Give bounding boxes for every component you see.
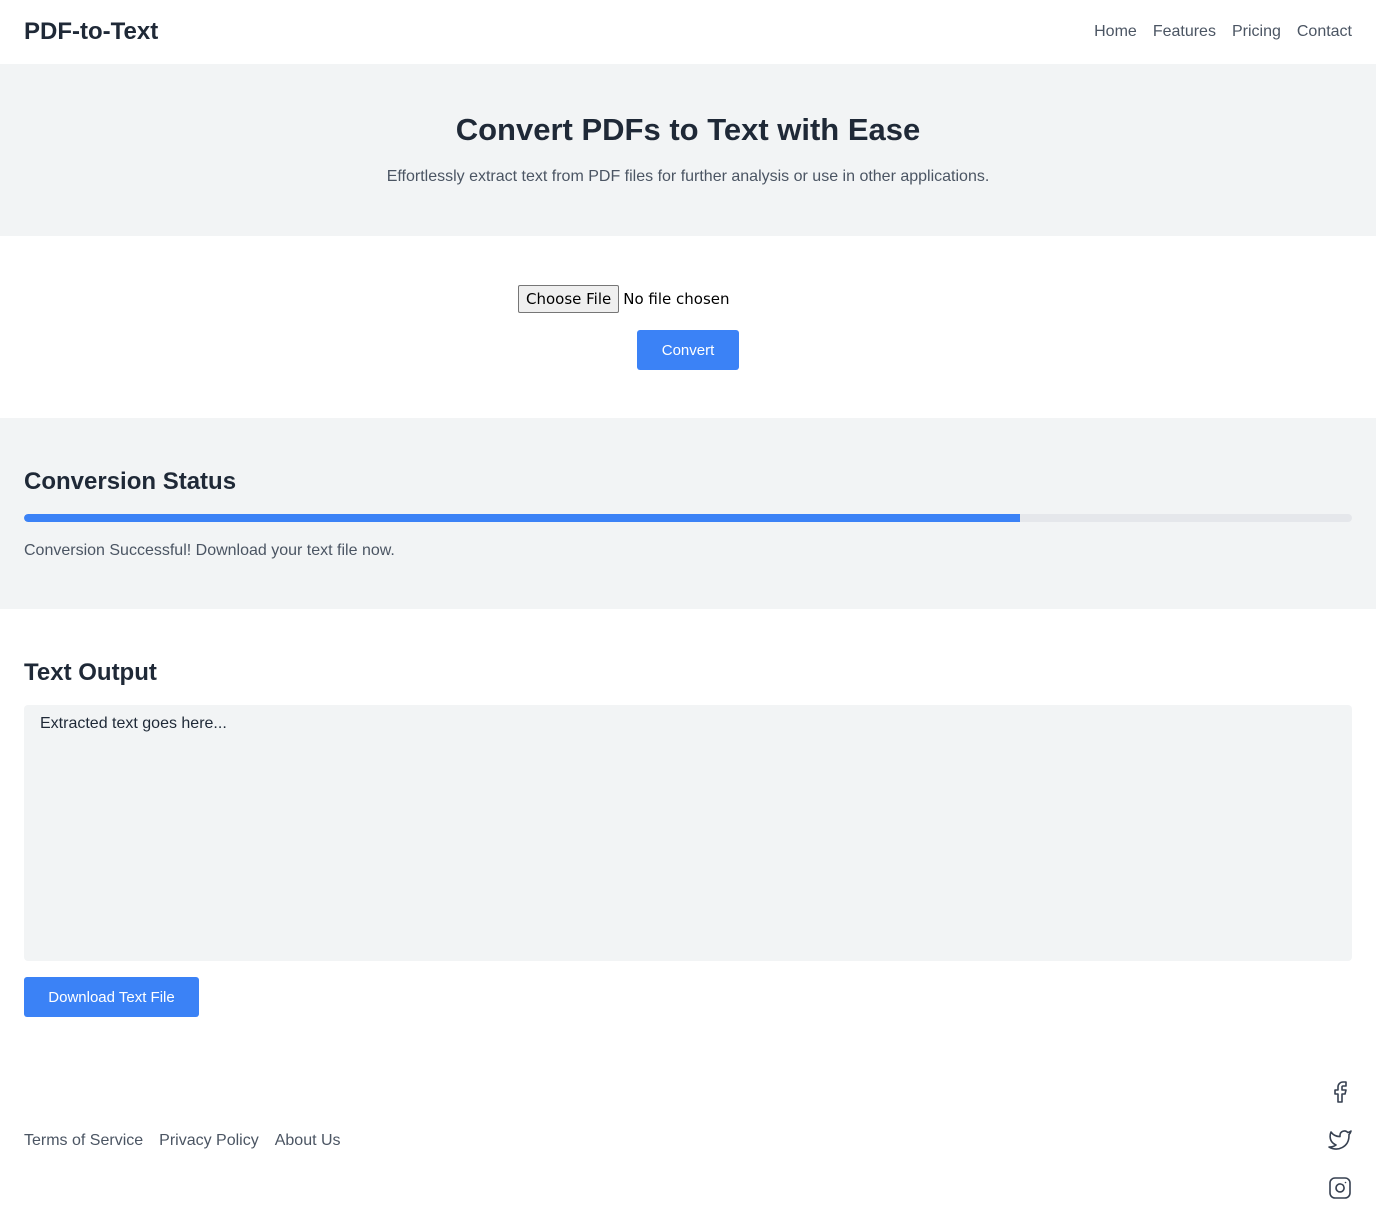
hero-title: Convert PDFs to Text with Ease	[455, 112, 921, 147]
social-links	[1328, 1080, 1352, 1200]
convert-button[interactable]: Convert	[637, 330, 739, 370]
facebook-icon[interactable]	[1328, 1080, 1352, 1104]
upload-section: Choose File No file chosen Convert	[0, 236, 1376, 418]
instagram-icon[interactable]	[1328, 1176, 1352, 1200]
progress-bar-fill	[24, 514, 1020, 522]
hero-subtitle: Effortlessly extract text from PDF files…	[386, 168, 990, 185]
nav-contact-link[interactable]: Contact	[1297, 23, 1352, 41]
privacy-link[interactable]: Privacy Policy	[159, 1132, 259, 1150]
status-section: Conversion Status Conversion Successful!…	[0, 418, 1376, 609]
nav-home-link[interactable]: Home	[1094, 23, 1137, 41]
nav-pricing-link[interactable]: Pricing	[1232, 23, 1281, 41]
hero-section: Convert PDFs to Text with Ease Effortles…	[0, 64, 1376, 236]
status-message: Conversion Successful! Download your tex…	[24, 542, 395, 559]
text-output-area[interactable]: Extracted text goes here...	[24, 705, 1352, 961]
logo[interactable]: PDF-to-Text	[24, 18, 158, 46]
site-footer: Terms of Service Privacy Policy About Us	[0, 1066, 1376, 1218]
terms-link[interactable]: Terms of Service	[24, 1132, 143, 1150]
main-nav: Home Features Pricing Contact	[1094, 23, 1352, 41]
file-status-text: No file chosen	[623, 290, 730, 308]
download-button[interactable]: Download Text File	[24, 977, 199, 1017]
choose-file-button[interactable]: Choose File	[518, 285, 620, 313]
status-heading: Conversion Status	[24, 468, 237, 495]
output-heading: Text Output	[24, 659, 157, 686]
nav-features-link[interactable]: Features	[1153, 23, 1216, 41]
about-link[interactable]: About Us	[275, 1132, 341, 1150]
file-input: Choose File No file chosen	[518, 285, 730, 313]
output-section: Text Output Extracted text goes here... …	[0, 609, 1376, 1049]
progress-bar	[24, 514, 1352, 522]
twitter-icon[interactable]	[1328, 1128, 1352, 1152]
site-header: PDF-to-Text Home Features Pricing Contac…	[0, 0, 1376, 64]
footer-links: Terms of Service Privacy Policy About Us	[24, 1132, 341, 1150]
